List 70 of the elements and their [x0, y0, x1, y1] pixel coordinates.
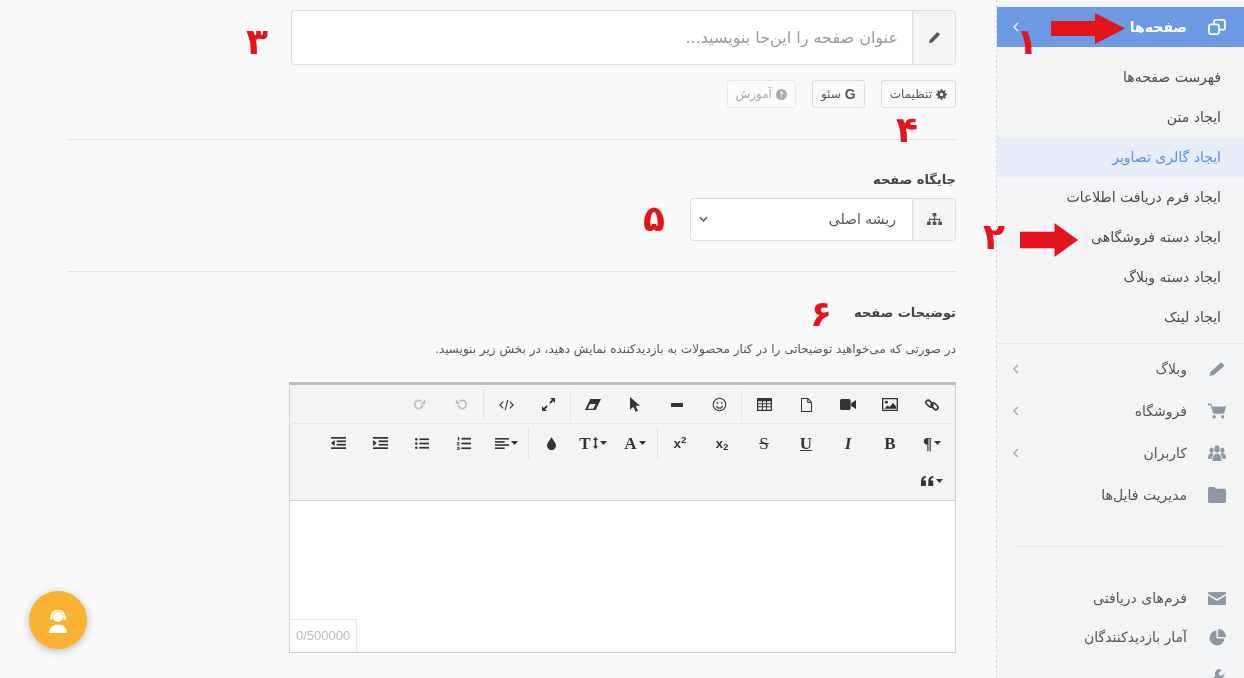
arrow-icon: [1020, 223, 1078, 257]
sidebar-menu-item[interactable]: وبلاگ: [997, 348, 1244, 390]
toolbar-button[interactable]: I: [827, 425, 869, 461]
table-icon: [756, 398, 772, 411]
pencil-icon: [1208, 361, 1226, 377]
picture-icon: [882, 398, 898, 411]
submenu-item[interactable]: فهرست صفحه‌ها: [997, 57, 1244, 97]
cursor-icon: [630, 397, 640, 412]
outdent-icon: [330, 437, 346, 449]
caret-icon: [510, 441, 518, 445]
annotation-number: ۲: [983, 219, 1005, 255]
link-icon: [925, 397, 939, 412]
caret-icon: [934, 441, 942, 445]
arrow-icon: [1051, 13, 1125, 44]
code-icon: [498, 398, 514, 411]
annotation-number: ۶: [810, 296, 832, 332]
toolbar-button[interactable]: x$_{2}$: [701, 425, 743, 461]
field-label: جایگاه صفحه: [873, 171, 956, 189]
sidebar-menu-item[interactable]: فرم‌های دریافتی: [997, 579, 1244, 618]
toolbar-button[interactable]: ¶: [911, 425, 953, 461]
sidebar-menu-item[interactable]: فروشگاه: [997, 390, 1244, 432]
sitemap-icon: [926, 213, 942, 225]
ordered-list-icon: [457, 436, 471, 450]
caret-icon: [936, 479, 943, 483]
toolbar-button[interactable]: B: [869, 425, 911, 461]
toolbar-button[interactable]: x$^{2}$: [659, 425, 701, 461]
caret-icon: [599, 441, 607, 445]
person-headset-icon: [46, 607, 70, 633]
annotation-number: ۵: [643, 201, 665, 237]
annotation-number: ۴: [896, 112, 918, 148]
toolbar-button[interactable]: T: [572, 425, 614, 461]
expand-icon: [541, 398, 555, 411]
bullet-list-icon: [415, 437, 429, 449]
submenu-item[interactable]: ایجاد فرم دریافت اطلاعات: [997, 177, 1244, 217]
submenu-item[interactable]: ایجاد دسته وبلاگ: [997, 257, 1244, 297]
gear-icon: [936, 88, 947, 100]
sidebar-menu-item[interactable]: مدیریت فایل‌ها: [997, 474, 1244, 516]
envelope-icon: [1208, 592, 1226, 605]
sidebar-menu-item[interactable]: کاربران: [997, 432, 1244, 474]
char-counter: 0/500000: [290, 619, 358, 652]
file-icon: [800, 397, 812, 412]
indent-icon: [372, 437, 388, 449]
submenu-item[interactable]: ایجاد متن: [997, 97, 1244, 137]
title-field[interactable]: عنوان صفحه را این‌جا بنویسید...: [291, 10, 912, 65]
action-button[interactable]: تنظیمات: [880, 80, 956, 108]
help-text: در صورتی که می‌خواهید توضیحاتی را در کنار محصولات به بازدیدکننده نمایش دهید، در بخش زیر بنویسید.: [435, 341, 956, 358]
annotation-number: ۳: [246, 24, 268, 60]
align-left-icon: [494, 437, 509, 449]
redo-icon: [412, 398, 426, 411]
eraser-icon: [585, 399, 601, 410]
toolbar-button[interactable]: S: [743, 425, 785, 461]
cart-icon: [1208, 403, 1226, 419]
toolbar-button[interactable]: A: [614, 425, 656, 461]
users-icon: [1208, 445, 1226, 461]
pages-icon: [1208, 19, 1226, 35]
sidebar-menu-item[interactable]: آمار بازدیدکنندگان: [997, 618, 1244, 657]
toolbar-button[interactable]: U: [785, 425, 827, 461]
location-dropdown[interactable]: ریشه اصلی: [690, 197, 912, 241]
video-camera-icon: [840, 399, 856, 410]
folder-icon: [1208, 487, 1226, 503]
chevron-down-icon: [699, 216, 708, 222]
smiley-icon: [711, 397, 727, 412]
undo-icon: [454, 398, 468, 411]
pie-chart-icon: [1208, 629, 1226, 646]
field-label: توضیحات صفحه: [854, 303, 956, 322]
quote-icon: [921, 476, 934, 486]
pencil-icon: [927, 31, 941, 44]
caret-icon: [638, 441, 646, 445]
droplet-icon: [546, 436, 556, 450]
submenu-item[interactable]: ایجاد لینک: [997, 297, 1244, 337]
